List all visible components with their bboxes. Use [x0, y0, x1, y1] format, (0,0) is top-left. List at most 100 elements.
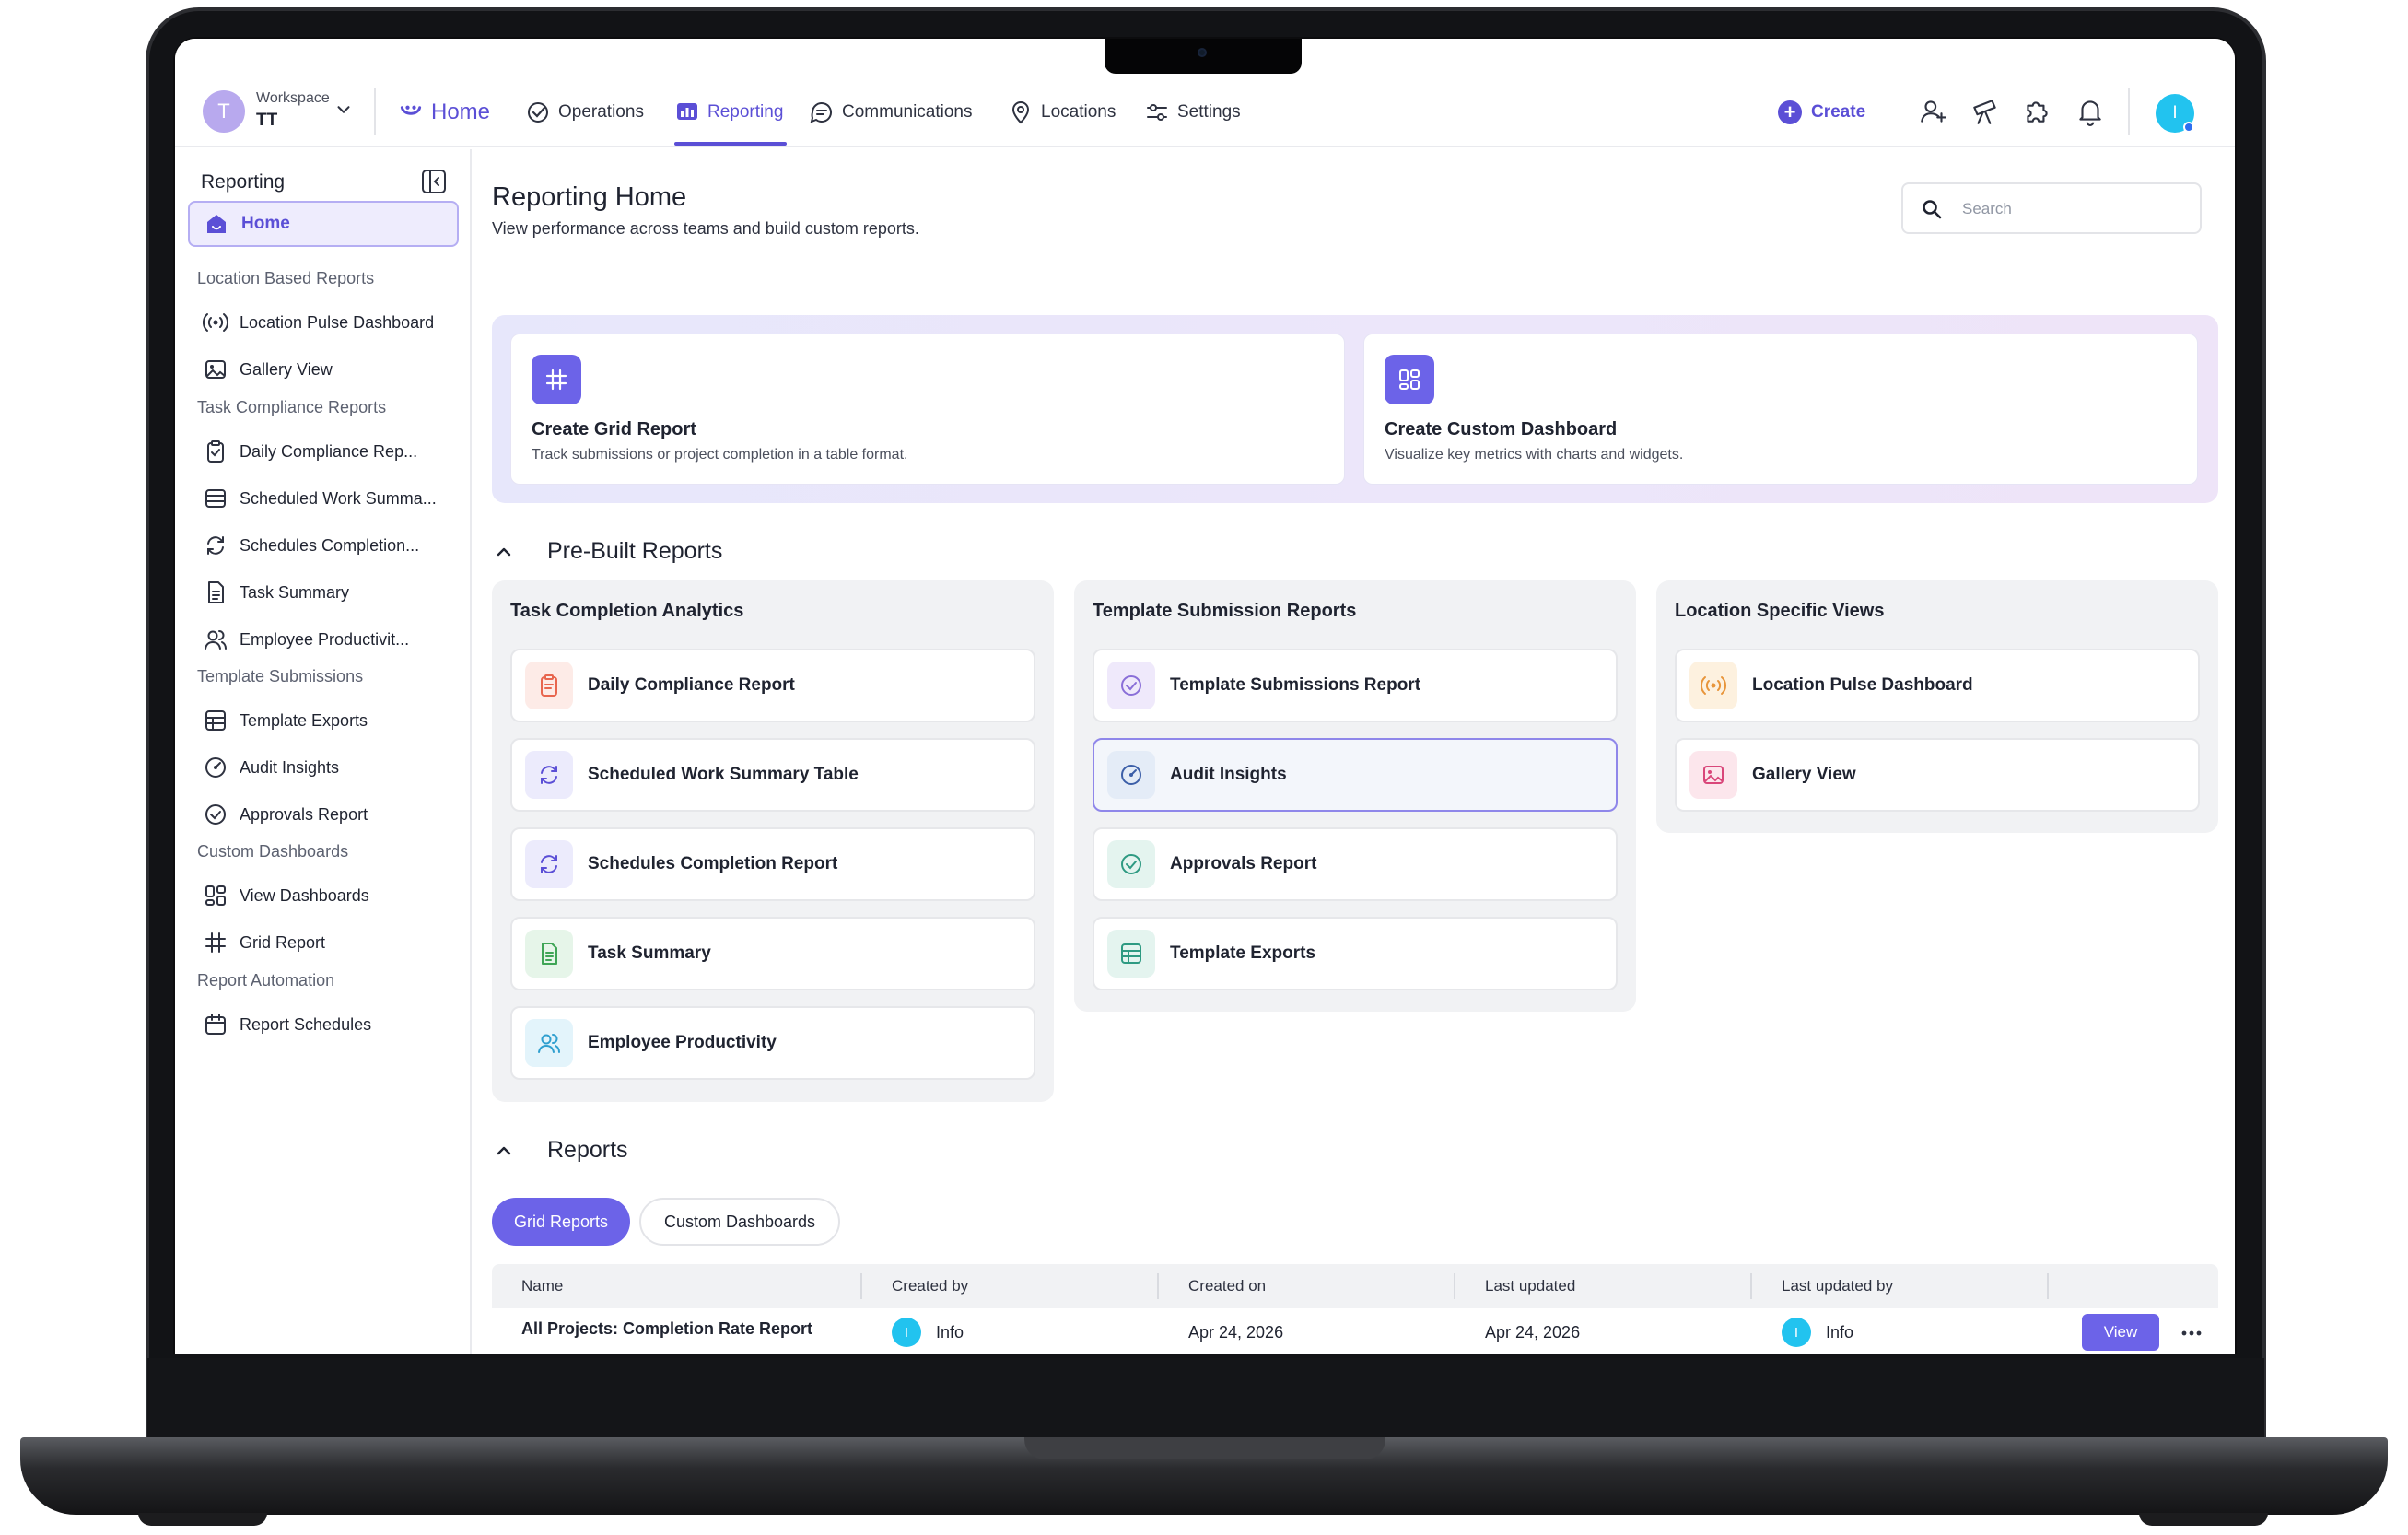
create-button[interactable]: + Create	[1778, 94, 1865, 131]
table-list-icon	[205, 489, 226, 508]
map-pin-icon	[1011, 101, 1030, 124]
main-content: Reporting Home View performance across t…	[472, 149, 2235, 1354]
search-box[interactable]	[1901, 182, 2202, 234]
reports-header[interactable]: Reports	[492, 1137, 628, 1164]
sidebar-item-scheduled-work[interactable]: Scheduled Work Summa...	[203, 482, 461, 515]
image-icon	[1689, 751, 1737, 799]
view-button[interactable]: View	[2082, 1314, 2159, 1351]
created-on: Apr 24, 2026	[1188, 1323, 1284, 1342]
create-grid-report-card[interactable]: Create Grid Report Track submissions or …	[510, 334, 1345, 485]
sidebar-item-view-dashboards[interactable]: View Dashboards	[203, 879, 461, 912]
telescope-icon[interactable]	[1970, 96, 2001, 127]
chat-icon	[810, 102, 832, 123]
sidebar-item-label: Scheduled Work Summa...	[240, 488, 437, 508]
group-title: Template Submission Reports	[1093, 601, 1357, 621]
workspace-name[interactable]: TT	[256, 111, 277, 131]
report-name[interactable]: All Projects: Completion Rate Report	[521, 1319, 812, 1339]
tab-grid-reports[interactable]: Grid Reports	[492, 1198, 630, 1246]
sidebar-item-location-pulse[interactable]: Location Pulse Dashboard	[203, 306, 461, 339]
table-row[interactable]: All Projects: Completion Rate Report I I…	[492, 1308, 2218, 1354]
more-options-icon[interactable]	[2176, 1319, 2207, 1347]
laptop-foot-right	[2139, 1513, 2268, 1526]
last-updated: Apr 24, 2026	[1485, 1323, 1581, 1342]
laptop-chin	[147, 1358, 2264, 1439]
sidebar-item-label: Approvals Report	[240, 804, 368, 824]
nav-communications-label: Communications	[842, 102, 973, 122]
search-input[interactable]	[1962, 195, 2183, 223]
report-card-approvals[interactable]: Approvals Report	[1093, 827, 1618, 901]
column-header[interactable]: Name	[521, 1277, 563, 1295]
column-header[interactable]: Last updated	[1485, 1277, 1575, 1295]
nav-home[interactable]: Home	[398, 94, 490, 131]
create-custom-dashboard-card[interactable]: Create Custom Dashboard Visualize key me…	[1363, 334, 2198, 485]
report-card-daily-compliance[interactable]: Daily Compliance Report	[510, 649, 1035, 722]
broadcast-icon	[203, 313, 228, 332]
dashboard-icon	[205, 885, 226, 906]
bell-icon[interactable]	[2075, 96, 2106, 127]
broadcast-icon	[1689, 662, 1737, 709]
users-icon	[525, 1019, 573, 1067]
group-task-completion: Task Completion Analytics Daily Complian…	[492, 580, 1054, 1102]
report-card-label: Template Exports	[1170, 943, 1316, 963]
nav-active-indicator	[674, 142, 787, 146]
section-heading: Pre-Built Reports	[547, 538, 723, 564]
report-card-task-summary[interactable]: Task Summary	[510, 917, 1035, 990]
report-card-label: Task Summary	[588, 943, 711, 963]
add-user-icon[interactable]	[1918, 96, 1949, 127]
plus-icon: +	[1778, 100, 1802, 124]
page-subtitle: View performance across teams and build …	[492, 219, 919, 238]
sidebar-item-gallery-view[interactable]: Gallery View	[203, 353, 461, 386]
sidebar-item-task-summary[interactable]: Task Summary	[203, 576, 461, 609]
report-card-label: Employee Productivity	[588, 1033, 777, 1052]
refresh-icon	[525, 840, 573, 888]
report-card-gallery-view[interactable]: Gallery View	[1675, 738, 2200, 812]
collapse-sidebar-icon[interactable]	[420, 168, 448, 195]
sidebar-section-label: Template Submissions	[197, 667, 364, 685]
nav-communications[interactable]: Communications	[809, 94, 973, 131]
sidebar-item-grid-report[interactable]: Grid Report	[203, 926, 461, 959]
report-card-label: Daily Compliance Report	[588, 675, 795, 695]
chevron-up-icon	[497, 1146, 511, 1154]
sidebar-item-template-exports[interactable]: Template Exports	[203, 704, 461, 737]
table-header: Name Created by Created on Last updated …	[492, 1264, 2218, 1308]
column-header[interactable]: Created by	[892, 1277, 968, 1295]
online-status-dot	[2183, 122, 2194, 133]
create-panel: Create Grid Report Track submissions or …	[492, 315, 2218, 503]
sliders-icon	[1147, 104, 1167, 121]
chevron-down-icon[interactable]	[333, 100, 354, 120]
nav-locations[interactable]: Locations	[1008, 94, 1116, 131]
sidebar-item-schedules-completion[interactable]: Schedules Completion...	[203, 529, 461, 562]
column-separator	[1454, 1273, 1455, 1299]
sidebar-item-home[interactable]: Home	[188, 201, 459, 247]
column-header[interactable]: Created on	[1188, 1277, 1266, 1295]
dashboard-icon	[1385, 355, 1434, 404]
column-separator	[860, 1273, 862, 1299]
tab-custom-dashboards[interactable]: Custom Dashboards	[639, 1198, 840, 1246]
report-card-template-submissions[interactable]: Template Submissions Report	[1093, 649, 1618, 722]
column-header[interactable]: Last updated by	[1782, 1277, 1893, 1295]
badge-check-icon	[1107, 840, 1155, 888]
workspace-avatar[interactable]: T	[203, 90, 245, 133]
report-card-audit-insights[interactable]: Audit Insights	[1093, 738, 1618, 812]
sidebar-section-label: Location Based Reports	[197, 269, 375, 287]
sidebar-item-daily-compliance[interactable]: Daily Compliance Rep...	[203, 435, 461, 468]
sidebar-item-approvals-report[interactable]: Approvals Report	[203, 798, 461, 831]
report-card-employee-productivity[interactable]: Employee Productivity	[510, 1006, 1035, 1080]
nav-operations[interactable]: Operations	[525, 94, 644, 131]
report-card-template-exports[interactable]: Template Exports	[1093, 917, 1618, 990]
report-card-scheduled-work[interactable]: Scheduled Work Summary Table	[510, 738, 1035, 812]
search-icon	[1923, 200, 1942, 219]
sidebar-item-report-schedules[interactable]: Report Schedules	[203, 1008, 461, 1041]
prebuilt-reports-header[interactable]: Pre-Built Reports	[492, 538, 722, 565]
puzzle-icon[interactable]	[2021, 96, 2052, 127]
sidebar-item-employee-productivity[interactable]: Employee Productivit...	[203, 623, 461, 656]
nav-reporting[interactable]: Reporting	[674, 94, 783, 131]
nav-settings[interactable]: Settings	[1144, 94, 1241, 131]
report-card-schedules-completion[interactable]: Schedules Completion Report	[510, 827, 1035, 901]
clipboard-icon	[525, 662, 573, 709]
home-icon	[207, 215, 226, 233]
camera-lens	[1198, 48, 1207, 57]
sidebar-item-audit-insights[interactable]: Audit Insights	[203, 751, 461, 784]
group-template-submission: Template Submission Reports Template Sub…	[1074, 580, 1636, 1012]
report-card-location-pulse[interactable]: Location Pulse Dashboard	[1675, 649, 2200, 722]
